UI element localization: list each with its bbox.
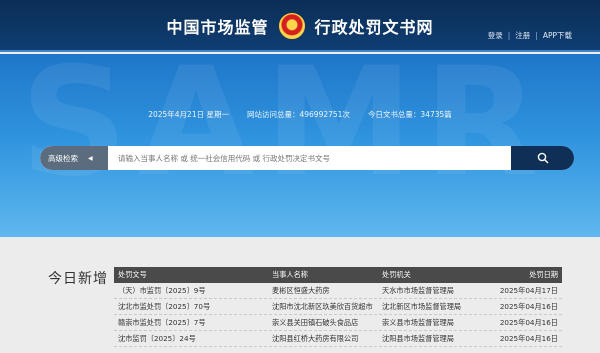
party-cell: 沈阳市沈北新区玖美欣百货超市 bbox=[272, 301, 373, 311]
authority-cell: 崇义县市场监督管理局 bbox=[382, 317, 454, 327]
column-header-doc-no: 处罚文号 bbox=[118, 270, 147, 279]
link-separator: | bbox=[507, 31, 511, 40]
advanced-search-toggle[interactable]: 高级检索 ◀ bbox=[40, 146, 108, 170]
party-cell: 麦彬区恒盛大药房 bbox=[272, 285, 330, 295]
table-header: 处罚文号 当事人名称 处罚机关 处罚日期 bbox=[114, 267, 562, 283]
banner-watermark: SAMR bbox=[20, 54, 549, 210]
site-stats: 2025年4月21日 星期一 网站访问总量：496992751次 今日文书总量：… bbox=[0, 109, 600, 120]
today-new-table: 处罚文号 当事人名称 处罚机关 处罚日期 （天）市监罚〔2025〕9号 麦彬区恒… bbox=[114, 267, 562, 347]
table-row[interactable]: 赣崇市监处罚〔2025〕7号 崇义县关田镇石破头食品店 崇义县市场监督管理局 2… bbox=[114, 315, 562, 331]
app-download-link[interactable]: APP下载 bbox=[543, 30, 572, 41]
current-date: 2025年4月21日 星期一 bbox=[148, 110, 229, 119]
search-button[interactable] bbox=[511, 146, 574, 170]
link-separator: | bbox=[535, 31, 538, 40]
authority-cell: 沈阳县市场监督管理局 bbox=[382, 333, 454, 343]
date-cell: 2025年04月16日 bbox=[499, 317, 558, 327]
site-title-left: 中国市场监管 bbox=[166, 18, 269, 37]
table-row[interactable]: （天）市监罚〔2025〕9号 麦彬区恒盛大药房 天水市市场监督管理局 2025年… bbox=[114, 283, 562, 299]
doc-no-cell[interactable]: （天）市监罚〔2025〕9号 bbox=[114, 286, 264, 296]
table-row[interactable]: 沈北市监处罚〔2025〕70号 沈阳市沈北新区玖美欣百货超市 沈北新区市场监督管… bbox=[114, 299, 562, 315]
column-header-authority: 处罚机关 bbox=[382, 270, 411, 279]
total-visits: 网站访问总量：496992751次 bbox=[246, 110, 350, 119]
table-row[interactable]: 沈市监罚〔2025〕24号 沈阳县红桥大药房有限公司 沈阳县市场监督管理局 20… bbox=[114, 331, 562, 347]
authority-cell: 沈北新区市场监督管理局 bbox=[382, 301, 462, 311]
search-icon bbox=[537, 152, 548, 164]
doc-no-cell[interactable]: 赣崇市监处罚〔2025〕7号 bbox=[114, 318, 264, 328]
search-bar: 高级检索 ◀ bbox=[40, 146, 574, 170]
column-header-party: 当事人名称 bbox=[272, 270, 308, 279]
site-header: 中国市场监管 行政处罚文书网 登录 | 注册 | APP下载 bbox=[0, 0, 600, 52]
today-doc-count: 今日文书总量：34735篇 bbox=[367, 110, 452, 119]
date-cell: 2025年04月16日 bbox=[499, 301, 558, 311]
date-cell: 2025年04月17日 bbox=[499, 285, 558, 295]
doc-no-cell[interactable]: 沈市监罚〔2025〕24号 bbox=[114, 334, 264, 344]
party-cell: 崇义县关田镇石破头食品店 bbox=[272, 317, 359, 327]
site-title-right: 行政处罚文书网 bbox=[314, 18, 434, 37]
column-header-date: 处罚日期 bbox=[529, 270, 558, 279]
national-emblem-icon bbox=[278, 13, 305, 39]
authority-cell: 天水市市场监督管理局 bbox=[382, 285, 454, 295]
caret-left-icon: ◀ bbox=[88, 154, 93, 162]
doc-no-cell[interactable]: 沈北市监处罚〔2025〕70号 bbox=[114, 302, 264, 312]
search-input[interactable] bbox=[108, 146, 511, 170]
advanced-search-label: 高级检索 bbox=[48, 153, 78, 163]
register-link[interactable]: 注册 bbox=[515, 30, 530, 41]
date-cell: 2025年04月16日 bbox=[499, 333, 558, 343]
hero-banner: SAMR 2025年4月21日 星期一 网站访问总量：496992751次 今日… bbox=[0, 54, 600, 237]
top-links: 登录 | 注册 | APP下载 bbox=[488, 30, 572, 41]
party-cell: 沈阳县红桥大药房有限公司 bbox=[272, 333, 359, 343]
login-link[interactable]: 登录 bbox=[488, 30, 503, 41]
today-new-title: 今日新增 bbox=[48, 271, 108, 287]
